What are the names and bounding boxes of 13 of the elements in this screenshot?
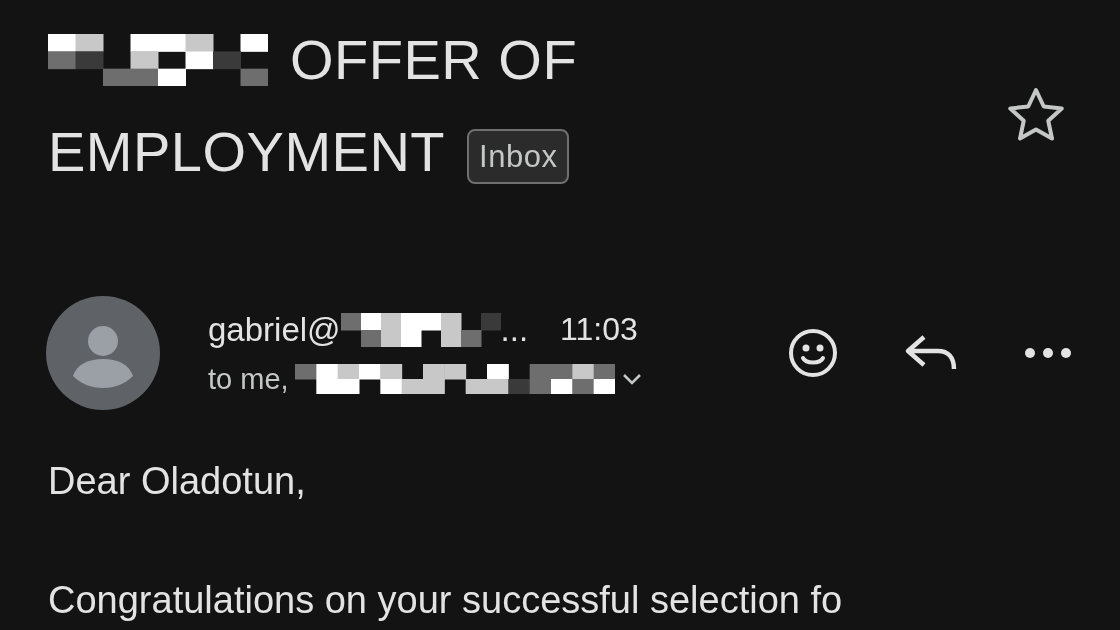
ellipsis: ... bbox=[500, 310, 529, 349]
sender-address: gabriel@ bbox=[208, 310, 341, 349]
emoji-icon[interactable] bbox=[788, 328, 838, 378]
more-icon[interactable] bbox=[1024, 347, 1072, 359]
recipients-label: to me, bbox=[208, 362, 289, 396]
email-time: 11:03 bbox=[560, 311, 638, 348]
avatar-icon bbox=[46, 296, 160, 410]
chevron-down-icon[interactable] bbox=[620, 372, 643, 386]
email-body-text: Dear Oladotun, bbox=[48, 460, 307, 503]
inbox-label: Inbox bbox=[467, 128, 570, 184]
email-subject: EMPLOYMENT bbox=[48, 119, 446, 185]
email-subject: OFFER OF bbox=[290, 27, 578, 93]
email-body-text: Congratulations on your successful selection fo bbox=[48, 579, 844, 622]
